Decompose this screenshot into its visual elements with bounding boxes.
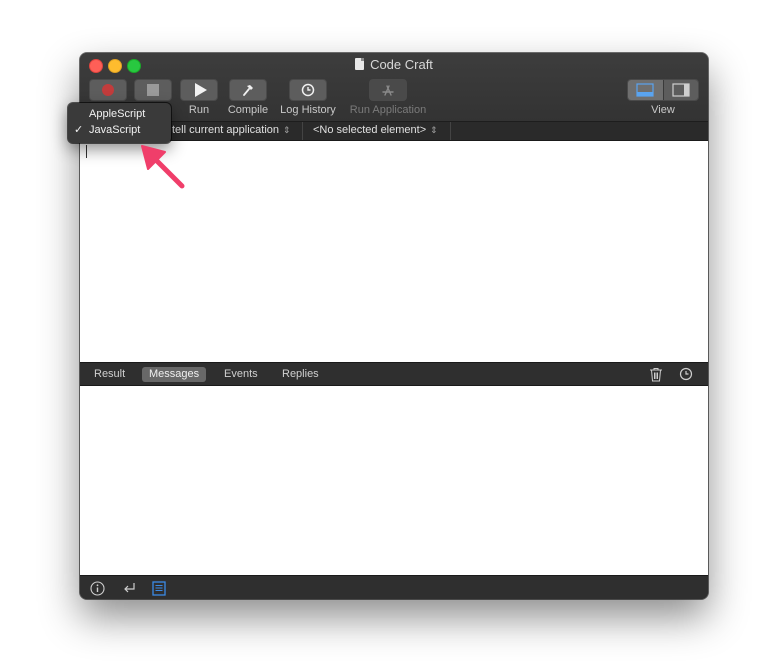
log-tab-bar: Result Messages Events Replies [80,362,708,386]
annotation-arrow-icon [141,145,185,189]
log-history-small-button[interactable] [678,366,694,382]
side-pane-icon [672,83,690,97]
window-title: Code Craft [370,57,433,72]
tab-messages[interactable]: Messages [142,367,207,382]
return-icon [123,583,135,593]
log-history-button[interactable] [289,79,327,101]
view-label: View [651,104,675,116]
compile-button[interactable] [229,79,267,101]
navigation-bar: tell current application ⇕ <No selected e… [80,122,708,141]
hammer-icon [243,85,253,96]
run-label: Run [188,104,210,116]
toolbar: Code Craft Run Compile Log History Run A… [80,53,708,122]
compile-label: Compile [227,104,269,116]
tab-result[interactable]: Result [87,367,132,382]
script-editor-window: Code Craft Run Compile Log History Run A… [80,53,708,599]
view-toggle [627,79,699,101]
log-output-area[interactable] [80,386,708,575]
updown-chevron-icon: ⇕ [430,125,438,135]
nav-separator [302,122,303,140]
app-store-icon [382,85,394,96]
description-button[interactable] [151,580,167,596]
document-icon [355,58,365,70]
checkmark-icon: ✓ [74,124,84,136]
record-button[interactable] [89,79,127,101]
bottom-pane-icon [636,83,654,97]
clock-icon [301,83,315,97]
tab-events[interactable]: Events [217,367,265,382]
tab-replies[interactable]: Replies [275,367,326,382]
trash-icon [650,367,662,381]
run-application-button[interactable] [369,79,407,101]
info-button[interactable] [89,580,105,596]
run-application-label: Run Application [349,104,427,116]
play-icon [194,83,207,97]
info-icon [89,580,105,596]
updown-chevron-icon: ⇕ [283,125,291,135]
clear-log-button[interactable] [648,366,664,382]
target-selector[interactable]: tell current application ⇕ [172,124,291,136]
return-button[interactable] [121,580,137,596]
view-bottom-pane-button[interactable] [628,80,663,100]
menu-item-label: JavaScript [89,124,141,136]
nav-separator [450,122,451,140]
bottom-bar [80,575,708,599]
view-side-pane-button[interactable] [662,80,698,100]
element-selector[interactable]: <No selected element> ⇕ [313,124,438,136]
stop-button[interactable] [134,79,172,101]
run-button[interactable] [180,79,218,101]
document-list-icon [152,580,166,596]
menu-item-applescript[interactable]: AppleScript [68,107,171,122]
text-cursor [86,145,87,158]
target-selector-label: tell current application [172,124,280,136]
menu-item-label: AppleScript [89,108,146,120]
language-popup-menu: AppleScript ✓ JavaScript [68,103,171,143]
window-title-bar: Code Craft [80,57,708,72]
stop-icon [147,84,159,96]
log-history-label: Log History [280,104,336,116]
element-selector-label: <No selected element> [313,124,427,136]
record-icon [102,84,114,96]
clock-icon [679,367,693,381]
menu-item-javascript[interactable]: ✓ JavaScript [68,123,171,138]
